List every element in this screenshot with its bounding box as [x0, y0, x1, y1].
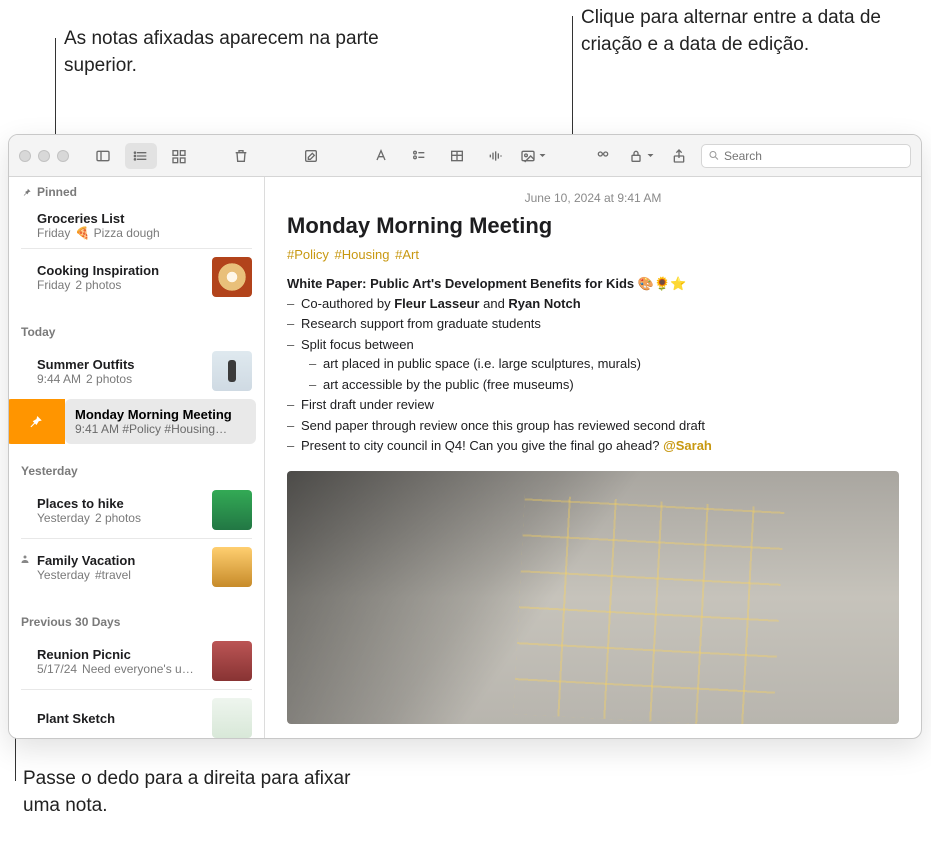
gallery-view-button[interactable] — [163, 143, 195, 169]
zoom-window-icon[interactable] — [57, 150, 69, 162]
shared-icon — [19, 553, 31, 568]
audio-button[interactable] — [479, 143, 511, 169]
callout-pinned: As notas afixadas aparecem na parte supe… — [64, 26, 424, 79]
note-thumbnail — [212, 257, 252, 297]
search-icon — [708, 149, 720, 162]
toggle-sidebar-button[interactable] — [87, 143, 119, 169]
note-item-cooking[interactable]: Cooking Inspiration Friday 2 photos — [9, 249, 264, 305]
list-view-button[interactable] — [125, 143, 157, 169]
note-body[interactable]: White Paper: Public Art's Development Be… — [287, 274, 899, 457]
note-title: Groceries List — [37, 211, 252, 226]
note-title: Family Vacation — [37, 553, 204, 568]
notes-sidebar[interactable]: Pinned Groceries List Friday 🍕 Pizza doug… — [9, 177, 265, 738]
section-label: Pinned — [37, 185, 77, 199]
note-item-selected[interactable]: Monday Morning Meeting 9:41 AM #Policy #… — [65, 399, 256, 444]
note-date-header[interactable]: June 10, 2024 at 9:41 AM — [287, 191, 899, 205]
note-preview: #travel — [95, 568, 131, 582]
note-date: Friday — [37, 226, 70, 240]
note-thumbnail — [212, 547, 252, 587]
toolbar — [9, 135, 921, 177]
note-title: Reunion Picnic — [37, 647, 204, 662]
share-button[interactable] — [663, 143, 695, 169]
note-thumbnail — [212, 641, 252, 681]
callout-date-toggle: Clique para alternar entre a data de cri… — [581, 5, 901, 58]
callout-swipe-pin: Passe o dedo para a direita para afixar … — [23, 766, 383, 819]
section-header-today: Today — [9, 317, 264, 343]
note-date: 9:41 AM — [75, 422, 119, 436]
note-date: Friday — [37, 278, 70, 292]
note-title: Summer Outfits — [37, 357, 204, 372]
note-date: 5/17/24 — [37, 662, 77, 676]
swipe-pin-action[interactable] — [9, 399, 65, 444]
section-header-yesterday: Yesterday — [9, 456, 264, 482]
note-preview: #Policy #Housing… — [122, 422, 227, 436]
new-note-button[interactable] — [295, 143, 327, 169]
note-date: Yesterday — [37, 511, 90, 525]
checklist-button[interactable] — [403, 143, 435, 169]
bullet: First draft under review — [301, 395, 899, 415]
note-content[interactable]: June 10, 2024 at 9:41 AM Monday Morning … — [265, 177, 921, 738]
bullet: Send paper through review once this grou… — [301, 416, 899, 436]
note-preview: 2 photos — [86, 372, 132, 386]
section-header-previous30: Previous 30 Days — [9, 607, 264, 633]
bullet: Split focus between art placed in public… — [301, 335, 899, 395]
tag[interactable]: #Housing — [335, 247, 390, 262]
bullet: Co-authored by Fleur Lasseur and Ryan No… — [301, 294, 899, 314]
section-label: Previous 30 Days — [21, 615, 120, 629]
search-field[interactable] — [701, 144, 911, 168]
pin-icon — [26, 413, 44, 431]
note-heading: White Paper: Public Art's Development Be… — [287, 276, 686, 291]
note-item-plant-sketch[interactable]: Plant Sketch — [9, 690, 264, 738]
sub-bullet: art accessible by the public (free museu… — [323, 375, 899, 395]
lock-button[interactable] — [625, 143, 657, 169]
format-button[interactable] — [365, 143, 397, 169]
note-title: Monday Morning Meeting — [75, 407, 246, 422]
note-date: 9:44 AM — [37, 372, 81, 386]
note-preview: 2 photos — [75, 278, 121, 292]
search-input[interactable] — [724, 149, 904, 163]
tag[interactable]: #Art — [395, 247, 419, 262]
note-image[interactable] — [287, 471, 899, 725]
notes-window: Pinned Groceries List Friday 🍕 Pizza doug… — [8, 134, 922, 739]
delete-button[interactable] — [225, 143, 257, 169]
note-item-groceries[interactable]: Groceries List Friday 🍕 Pizza dough — [9, 203, 264, 248]
window-controls[interactable] — [19, 150, 69, 162]
bullet: Research support from graduate students — [301, 314, 899, 334]
note-thumbnail — [212, 698, 252, 738]
note-preview: 🍕 Pizza dough — [75, 226, 159, 240]
close-window-icon[interactable] — [19, 150, 31, 162]
note-item-monday-meeting[interactable]: Monday Morning Meeting 9:41 AM #Policy #… — [9, 399, 264, 444]
minimize-window-icon[interactable] — [38, 150, 50, 162]
note-preview: Need everyone's u… — [82, 662, 194, 676]
note-item-family-vacation[interactable]: Family Vacation Yesterday #travel — [9, 539, 264, 595]
note-title: Cooking Inspiration — [37, 263, 204, 278]
note-item-places-hike[interactable]: Places to hike Yesterday 2 photos — [9, 482, 264, 538]
note-date: Yesterday — [37, 568, 90, 582]
note-item-reunion-picnic[interactable]: Reunion Picnic 5/17/24 Need everyone's u… — [9, 633, 264, 689]
sub-bullet: art placed in public space (i.e. large s… — [323, 354, 899, 374]
note-item-summer-outfits[interactable]: Summer Outfits 9:44 AM 2 photos — [9, 343, 264, 399]
note-thumbnail — [212, 351, 252, 391]
pin-icon — [21, 187, 32, 198]
note-thumbnail — [212, 490, 252, 530]
note-title: Places to hike — [37, 496, 204, 511]
section-header-pinned: Pinned — [9, 177, 264, 203]
note-main-title[interactable]: Monday Morning Meeting — [287, 213, 899, 239]
table-button[interactable] — [441, 143, 473, 169]
link-button[interactable] — [587, 143, 619, 169]
section-label: Yesterday — [21, 464, 78, 478]
note-tags[interactable]: #Policy #Housing #Art — [287, 247, 899, 262]
section-label: Today — [21, 325, 55, 339]
mention[interactable]: @Sarah — [663, 438, 712, 453]
bullet: Present to city council in Q4! Can you g… — [301, 436, 899, 456]
note-preview: 2 photos — [95, 511, 141, 525]
note-title: Plant Sketch — [37, 711, 204, 726]
media-button[interactable] — [517, 143, 549, 169]
tag[interactable]: #Policy — [287, 247, 329, 262]
